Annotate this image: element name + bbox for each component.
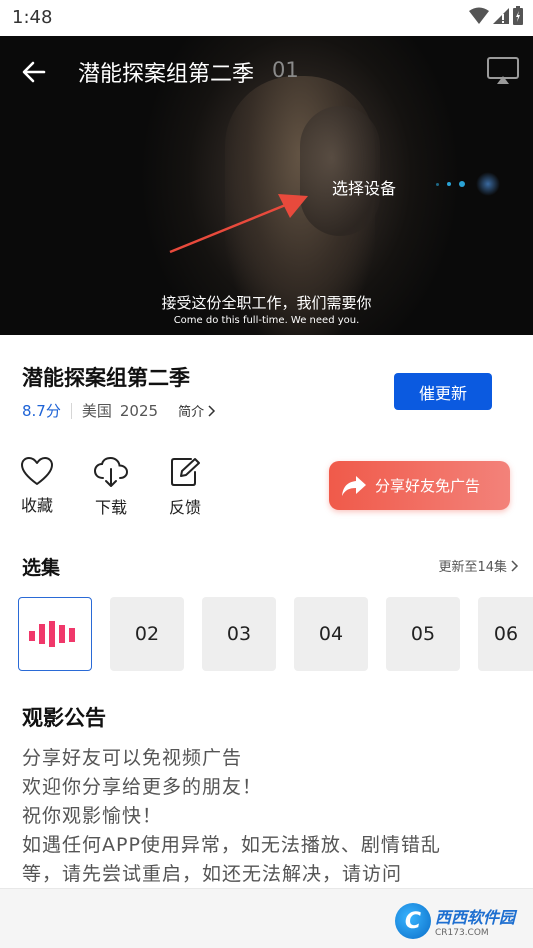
show-title: 潜能探案组第二季 bbox=[22, 366, 190, 390]
show-meta: 8.7分 美国 2025 简介 bbox=[22, 400, 216, 421]
chevron-right-icon bbox=[511, 559, 519, 572]
wifi-icon bbox=[469, 7, 489, 24]
download-button[interactable]: 下载 bbox=[86, 456, 136, 518]
watermark-text: 西西软件园 CR173.COM bbox=[435, 904, 515, 938]
feedback-edit-icon bbox=[171, 458, 200, 486]
episode-item[interactable]: 03 bbox=[202, 597, 276, 671]
subtitle-english: Come do this full-time. We need you. bbox=[173, 315, 360, 326]
loading-dots bbox=[436, 181, 465, 187]
favorite-label: 收藏 bbox=[20, 496, 53, 515]
episodes-updated-label: 更新至14集 bbox=[438, 560, 507, 575]
notice-line: 祝你观影愉快！ bbox=[22, 805, 163, 827]
share-friends-label: 分享好友免广告 bbox=[375, 477, 481, 495]
notice-line: 如遇任何APP使用异常，如无法播放、剧情错乱 bbox=[22, 834, 441, 856]
player-title: 潜能探案组第二季 bbox=[78, 62, 255, 87]
feedback-label: 反馈 bbox=[168, 498, 201, 517]
watermark-logo: C 西西软件园 CR173.COM bbox=[394, 903, 515, 939]
screen-cast-icon bbox=[487, 57, 519, 84]
notice-line: 分享好友可以免视频广告 bbox=[22, 747, 243, 769]
battery-icon bbox=[513, 6, 523, 25]
chevron-right-icon bbox=[208, 404, 216, 417]
playing-bars-icon bbox=[29, 621, 75, 647]
episode-item[interactable]: 04 bbox=[294, 597, 368, 671]
episode-list: 02 03 04 05 06 bbox=[18, 597, 533, 671]
notice-line: 欢迎你分享给更多的朋友！ bbox=[22, 776, 263, 798]
watermark-sub: CR173.COM bbox=[434, 928, 489, 938]
intro-link[interactable]: 简介 bbox=[178, 401, 216, 420]
cast-button[interactable] bbox=[486, 56, 520, 86]
notice-line: 等，请先尝试重启，如还无法解决，请访问 bbox=[22, 863, 403, 885]
download-label: 下载 bbox=[94, 498, 127, 517]
pointer-arrow-icon bbox=[169, 194, 308, 254]
heart-icon bbox=[21, 457, 53, 485]
year-value: 2025 bbox=[119, 401, 159, 420]
video-player[interactable]: 潜能探案组第二季 01 选择设备 接受这份全职工作，我们需要你 Come do … bbox=[0, 36, 533, 335]
share-arrow-icon bbox=[342, 475, 366, 496]
episode-item[interactable]: 06 bbox=[478, 597, 533, 671]
episode-item[interactable]: 05 bbox=[386, 597, 460, 671]
loading-dot bbox=[447, 182, 451, 186]
score-value: 8.7分 bbox=[22, 402, 61, 420]
status-time: 1:48 bbox=[12, 7, 53, 28]
share-friends-button[interactable]: 分享好友免广告 bbox=[329, 461, 510, 510]
subtitle-chinese: 接受这份全职工作，我们需要你 bbox=[161, 294, 372, 312]
loading-dot bbox=[436, 182, 439, 186]
video-frame-detail bbox=[300, 106, 380, 236]
player-episode: 01 bbox=[272, 58, 299, 82]
notice-heading: 观影公告 bbox=[22, 706, 106, 730]
feedback-button[interactable]: 反馈 bbox=[160, 456, 210, 518]
status-icons bbox=[469, 6, 523, 25]
intro-label: 简介 bbox=[178, 405, 205, 420]
region-value: 美国 bbox=[81, 402, 112, 420]
favorite-button[interactable]: 收藏 bbox=[12, 456, 62, 516]
notice-text: 分享好友可以免视频广告 欢迎你分享给更多的朋友！ 祝你观影愉快！ 如遇任何APP… bbox=[22, 744, 441, 889]
watermark-logo-mark: C bbox=[394, 903, 431, 939]
video-bokeh bbox=[476, 172, 500, 196]
download-cloud-icon bbox=[93, 456, 129, 487]
bottom-bar: C 西西软件园 CR173.COM bbox=[0, 888, 533, 948]
meta-divider bbox=[70, 402, 72, 419]
episodes-more-link[interactable]: 更新至14集 bbox=[438, 556, 519, 575]
loading-dot bbox=[459, 181, 465, 187]
episodes-heading: 选集 bbox=[22, 557, 61, 579]
status-bar: 1:48 bbox=[0, 0, 533, 36]
back-arrow-icon bbox=[22, 61, 46, 83]
signal-icon bbox=[493, 7, 509, 24]
episode-item-playing[interactable] bbox=[18, 597, 92, 671]
episode-item[interactable]: 02 bbox=[110, 597, 184, 671]
choose-device-hint[interactable]: 选择设备 bbox=[332, 175, 396, 199]
back-button[interactable] bbox=[18, 56, 50, 88]
urge-update-button[interactable]: 催更新 bbox=[394, 373, 492, 410]
watermark-main: 西西软件园 bbox=[434, 908, 515, 927]
